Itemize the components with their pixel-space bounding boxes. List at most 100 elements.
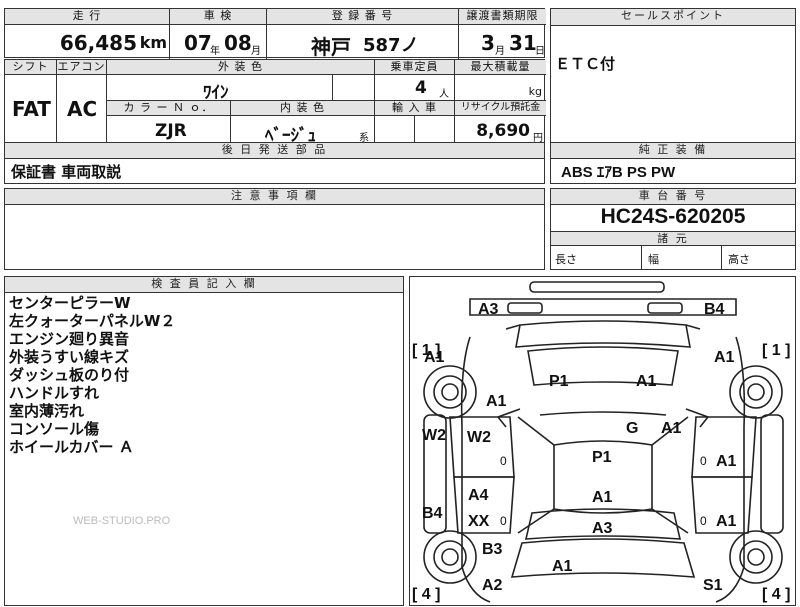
capacity-header: 乗車定員: [375, 60, 455, 75]
capacity-value: 4: [415, 78, 427, 98]
zero-mark: 0: [500, 514, 507, 528]
inspector-item: ホイールカバー Ａ: [9, 438, 134, 456]
sales-point-text: ＥＴＣ付: [555, 55, 616, 73]
shift-cell: FAT: [5, 75, 57, 144]
height-cell: 高さ: [722, 246, 797, 270]
color-no-value: ZJR: [155, 121, 187, 141]
inspector-item: ハンドルすれ: [9, 384, 100, 402]
inspector-item: ダッシュ板のり付: [9, 366, 130, 384]
zero-mark: 0: [700, 454, 707, 468]
color-no-header: カ ラ ー Ｎ ｏ．: [107, 101, 231, 116]
damage-mark: G: [626, 420, 639, 437]
equipment-text: ABS ｴｱB PS PW: [561, 164, 676, 181]
color-no-cell: ZJR: [107, 116, 231, 144]
damage-mark: S1: [703, 577, 723, 594]
length-cell: 長さ: [551, 246, 642, 270]
damage-mark: B4: [422, 505, 443, 522]
load-cell: kg: [455, 75, 546, 101]
deadline-day-unit: 日: [535, 46, 545, 57]
inspector-header: 検 査 員 記 入 欄: [5, 277, 403, 293]
equipment-header: 純 正 装 備: [551, 143, 795, 159]
length-label: 長さ: [555, 253, 577, 266]
top-info-table: 走 行 車 検 登 録 番 号 譲渡書類期限 66,485 km 07 年 08…: [4, 8, 546, 78]
width-label: 幅: [648, 253, 659, 266]
inspector-item: エンジン廻り異音: [9, 330, 130, 348]
damage-mark: A1: [636, 373, 657, 390]
damage-mark: A1: [714, 349, 735, 366]
damage-mark: P1: [549, 373, 569, 390]
dims-header: 諸 元: [551, 231, 795, 246]
equipment-box: 純 正 装 備 ABS ｴｱB PS PW: [550, 142, 796, 184]
chassis-number: HC24S-620205: [600, 205, 746, 228]
damage-mark: W2: [467, 429, 491, 446]
tire-label-fr: [ 1 ]: [762, 342, 790, 359]
inspector-item: 室内薄汚れ: [9, 402, 85, 420]
sales-point-header: セールスポイント: [551, 9, 795, 26]
registration-area: 神戸: [311, 35, 351, 59]
inspection-header: 車 検: [170, 9, 267, 25]
ac-value: AC: [67, 97, 98, 121]
later-parts-box: 後 日 発 送 部 品 保証書 車両取説: [4, 142, 545, 184]
deadline-header: 譲渡書類期限: [459, 9, 546, 25]
registration-header: 登 録 番 号: [267, 9, 459, 25]
ac-header: エアコン: [57, 60, 107, 75]
deadline-cell: 3 月 31 日: [459, 25, 546, 59]
inspector-item: 左クォーターパネルW２: [9, 312, 176, 330]
tire-label-rl: [ 4 ]: [412, 586, 440, 603]
deadline-day: 31: [509, 31, 537, 55]
inspection-year: 07: [184, 31, 212, 55]
shift-header: シフト: [5, 60, 57, 75]
width-cell: 幅: [642, 246, 722, 270]
inspector-item: 外装うすい線キズ: [9, 348, 130, 366]
watermark: WEB-STUDIO.PRO: [73, 515, 171, 527]
zero-mark: 0: [500, 454, 507, 468]
damage-mark: B3: [482, 541, 503, 558]
inspection-month: 08: [224, 31, 252, 55]
shift-value: FAT: [12, 97, 51, 121]
recycle-cell: 8,690 円: [455, 116, 546, 144]
later-parts-header: 後 日 発 送 部 品: [5, 143, 544, 159]
damage-mark: A1: [552, 558, 573, 575]
recycle-value: 8,690: [476, 121, 530, 141]
inspection-cell: 07 年 08 月: [170, 25, 267, 59]
damage-mark: A1: [716, 513, 737, 530]
dims-row: 長さ 幅 高さ: [551, 246, 795, 270]
car-diagram-box: [ 1 ] [ 1 ] [ 4 ] [ 4 ] 0 0 0 0 A3 B4 A1…: [409, 276, 796, 606]
inspector-box: 検 査 員 記 入 欄 センターピラーW 左クォーターパネルW２ エンジン廻り異…: [4, 276, 404, 606]
ac-cell: AC: [57, 75, 107, 144]
damage-mark: A3: [592, 520, 613, 537]
import-cell-b: [415, 116, 455, 144]
load-unit: kg: [528, 85, 542, 98]
mileage-cell: 66,485 km: [5, 25, 170, 59]
damage-mark: XX: [468, 513, 490, 530]
exterior-header: 外 装 色: [107, 60, 375, 75]
damage-mark: A3: [478, 301, 499, 318]
import-header: 輸 入 車: [375, 101, 455, 116]
recycle-header: リサイクル預託金: [455, 101, 546, 116]
inspection-year-unit: 年: [210, 46, 220, 57]
mileage-header: 走 行: [5, 9, 170, 25]
damage-mark: B4: [704, 301, 725, 318]
damage-mark: A2: [482, 577, 503, 594]
notes-box: 注 意 事 項 欄: [4, 188, 545, 270]
deadline-month-unit: 月: [495, 46, 505, 57]
inspection-month-unit: 月: [251, 46, 261, 57]
damage-mark: A1: [424, 349, 445, 366]
inspector-item: コンソール傷: [9, 420, 100, 438]
exterior-code-cell: [333, 75, 375, 101]
damage-mark: A1: [661, 420, 682, 437]
notes-header: 注 意 事 項 欄: [5, 189, 544, 205]
exterior-value: ﾜｲﾝ: [203, 83, 229, 103]
interior-cell: ﾍﾞｰｼﾞｭ 系: [231, 116, 375, 146]
capacity-cell: 4 人: [375, 75, 455, 101]
registration-cell: 神戸 587ノ1016: [267, 25, 459, 78]
zero-mark: 0: [700, 514, 707, 528]
tire-label-rr: [ 4 ]: [762, 586, 790, 603]
damage-mark: A4: [468, 487, 489, 504]
spec-table: シフト エアコン 外 装 色 乗車定員 最大積載量 FAT AC ﾜｲﾝ 4 人…: [4, 59, 546, 146]
mileage-value: 66,485: [59, 31, 137, 55]
load-header: 最大積載量: [455, 60, 546, 75]
later-parts-text: 保証書 車両取説: [11, 163, 122, 181]
inspector-list: センターピラーW 左クォーターパネルW２ エンジン廻り異音 外装うすい線キズ ダ…: [9, 294, 175, 456]
damage-mark: A1: [716, 453, 737, 470]
